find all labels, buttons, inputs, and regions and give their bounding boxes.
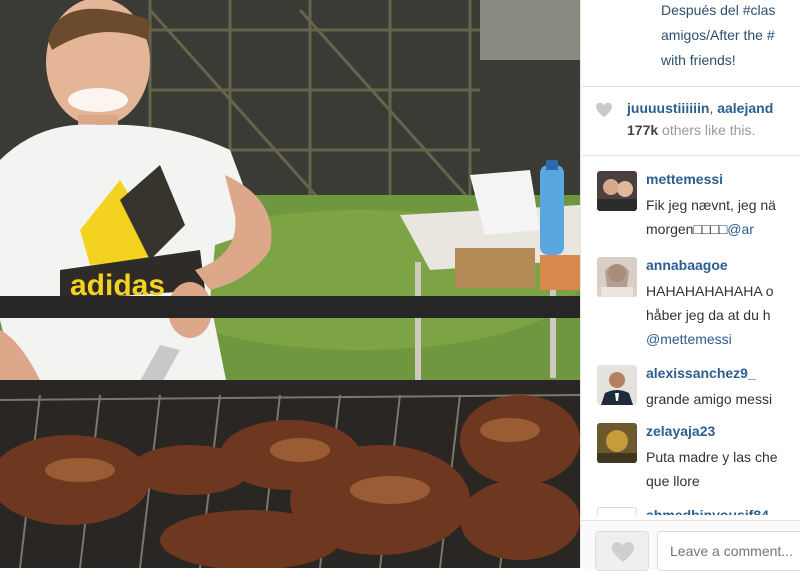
like-button[interactable] [595, 531, 649, 571]
comment-mention[interactable]: @mettemessi [646, 331, 732, 347]
avatar[interactable] [597, 257, 637, 297]
comment-username[interactable]: ahmedbinyousif84 [646, 507, 769, 515]
comment-username[interactable]: mettemessi [646, 171, 723, 187]
liker-link-1[interactable]: juuuustiiiiiin [627, 100, 709, 116]
comment-text-line: Puta madre y las che [646, 449, 778, 465]
comment-username[interactable]: zelayaja23 [646, 423, 715, 439]
likes-count-suffix: others like this. [658, 122, 756, 138]
comment-text: HAHAHAHAHAHA o håber jeg da at du h @met… [646, 279, 800, 351]
avatar[interactable] [597, 365, 637, 405]
comment-footer [581, 520, 800, 571]
post-side-panel: Después del #clas amigos/After the # wit… [580, 0, 800, 571]
comments-list: mettemessi Fik jeg nævnt, jeg nä morgen□… [581, 165, 800, 515]
post-caption: Después del #clas amigos/After the # wit… [661, 0, 800, 71]
caption-line-2: amigos/After the # [661, 27, 775, 43]
caption-line-3: with friends! [661, 52, 736, 68]
avatar[interactable] [597, 423, 637, 463]
likers-list: juuuustiiiiiin, aalejand [627, 100, 773, 116]
comment-text-line: que llore [646, 473, 700, 489]
comment-text-line: håber jeg da at du h [646, 307, 771, 323]
comment-text-line: grande amigo messi [646, 391, 773, 407]
liker-link-2[interactable]: aalejand [717, 100, 773, 116]
comment-text-line: HAHAHAHAHAHA o [646, 283, 774, 299]
comment-text-line: morgen□□□□ [646, 221, 728, 237]
comment-input[interactable] [657, 531, 800, 571]
caption-line-1: Después del #clas [661, 2, 776, 18]
avatar[interactable] [597, 171, 637, 211]
avatar[interactable] [597, 507, 637, 515]
comment-mention[interactable]: @ar [727, 221, 754, 237]
comment-username[interactable]: alexissanchez9_ [646, 365, 756, 381]
post-photo: adidas [0, 0, 580, 568]
comment-text: grande amigo messi [646, 387, 800, 411]
comment-text: Fik jeg nævnt, jeg nä morgen□□□□@ar [646, 193, 800, 241]
likes-count-number: 177k [627, 122, 659, 138]
comment-text: Puta madre y las che que llore [646, 445, 800, 493]
comment-text-line: Fik jeg nævnt, jeg nä [646, 197, 776, 213]
heart-icon [612, 542, 634, 562]
caption-divider [581, 86, 800, 87]
heart-icon [596, 102, 612, 118]
comment-username[interactable]: annabaagoe [646, 257, 728, 273]
likes-divider [581, 155, 800, 156]
likes-count[interactable]: 177k others like this. [627, 122, 755, 138]
bbq-photo-illustration: adidas [0, 0, 580, 568]
